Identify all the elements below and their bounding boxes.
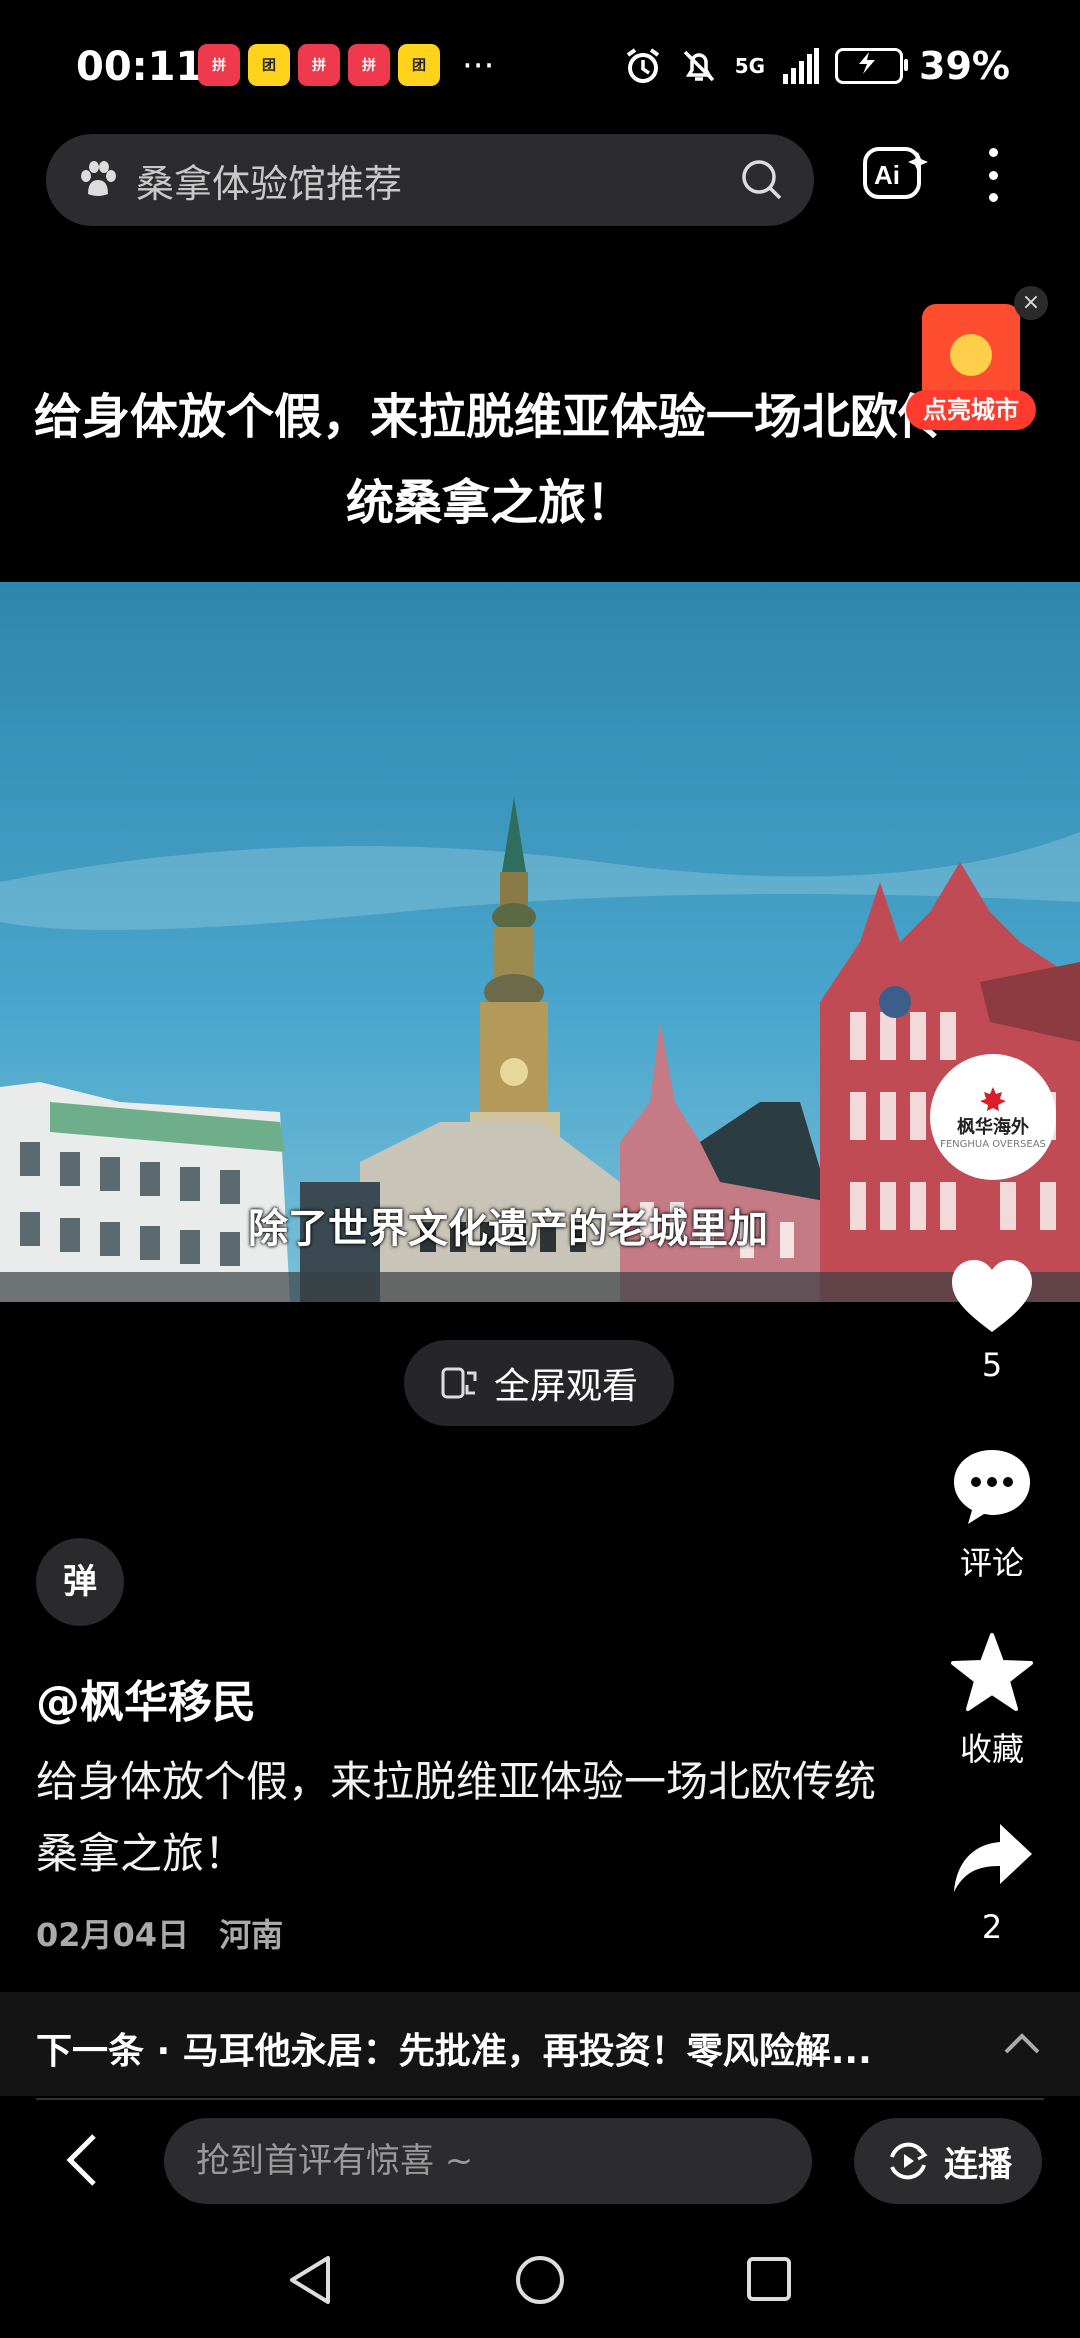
back-icon[interactable] <box>60 2130 104 2190</box>
maple-leaf-icon <box>980 1086 1006 1111</box>
app-badge-label: 拼 <box>312 58 326 74</box>
author-name[interactable]: @枫华移民 <box>36 1666 256 1730</box>
meituan-icon: 团 <box>398 44 440 86</box>
signal-icon <box>783 48 820 84</box>
pinduoduo-icon: 拼 <box>198 44 240 86</box>
nav-home-icon[interactable] <box>514 2254 566 2306</box>
mute-bell-icon <box>683 50 714 82</box>
channel-avatar[interactable]: 枫华海外 FENGHUA OVERSEAS <box>930 1054 1056 1180</box>
divider <box>36 2098 1044 2100</box>
nav-back-icon[interactable] <box>286 2254 336 2306</box>
danmu-toggle-button[interactable]: 弹 <box>36 1538 124 1626</box>
collect-label: 收藏 <box>959 1730 1024 1768</box>
pinduoduo-icon: 拼 <box>298 44 340 86</box>
alarm-icon <box>626 48 659 83</box>
share-button[interactable]: 2 <box>932 1820 1052 1946</box>
like-count: 5 <box>981 1346 1003 1384</box>
post-meta: 02月04日 河南 <box>36 1910 283 1956</box>
app-badge-label: 拼 <box>362 58 376 74</box>
app-badge-label: 团 <box>412 58 426 74</box>
video-player[interactable] <box>0 582 1080 1302</box>
coin-icon <box>950 334 992 376</box>
comment-icon <box>954 1450 1030 1524</box>
channel-avatar-name: 枫华海外 <box>957 1116 1029 1138</box>
star-icon <box>951 1633 1033 1711</box>
notification-app-icons: 拼 团 拼 拼 团 <box>198 44 440 86</box>
nav-recent-apps-icon[interactable] <box>746 2256 792 2302</box>
like-button[interactable]: 5 <box>932 1258 1052 1384</box>
app-badge-label: 拼 <box>212 58 226 74</box>
autoplay-label: 连播 <box>944 2144 1012 2185</box>
share-count: 2 <box>981 1908 1003 1946</box>
more-notifications-icon: ··· <box>462 46 495 86</box>
comment-label: 评论 <box>959 1544 1024 1582</box>
ai-assistant-icon[interactable]: Ai <box>862 146 928 202</box>
more-options-icon[interactable] <box>984 148 1002 202</box>
danmu-label: 弹 <box>63 1562 97 1602</box>
pinduoduo-icon: 拼 <box>348 44 390 86</box>
collect-button[interactable]: 收藏 <box>932 1632 1052 1770</box>
status-time: 00:11 <box>76 44 204 90</box>
app-badge-label: 团 <box>262 58 276 74</box>
next-video-title[interactable]: 下一条 · 马耳他永居：先批准，再投资！零风险解... <box>36 2022 872 2074</box>
chevron-up-icon[interactable] <box>1000 2028 1044 2058</box>
fullscreen-button[interactable]: 全屏观看 <box>404 1340 674 1426</box>
search-icon[interactable] <box>740 158 784 202</box>
autoplay-icon <box>890 2142 928 2180</box>
video-title: 给身体放个假，来拉脱维亚体验一场北欧传统桑拿之旅！ <box>33 389 946 531</box>
status-icons: 5G 39% <box>623 44 1010 88</box>
battery-percent: 39% <box>919 44 1010 88</box>
post-date: 02月04日 <box>36 1916 190 1954</box>
network-type: 5G <box>734 54 766 78</box>
meituan-icon: 团 <box>248 44 290 86</box>
video-subtitle: 除了世界文化遗产的老城里加 <box>248 1206 768 1252</box>
post-location: 河南 <box>219 1916 284 1954</box>
comment-input[interactable]: 抢到首评有惊喜 ~ <box>164 2118 812 2204</box>
post-description: 给身体放个假，来拉脱维亚体验一场北欧传统桑拿之旅！ <box>36 1757 877 1878</box>
heart-icon <box>952 1260 1032 1332</box>
red-packet-promo[interactable]: 点亮城市 <box>906 304 1036 432</box>
comment-button[interactable]: 评论 <box>932 1446 1052 1584</box>
fullscreen-label: 全屏观看 <box>493 1366 638 1407</box>
close-icon[interactable]: × <box>1014 286 1048 320</box>
search-bar[interactable]: 桑拿体验馆推荐 <box>46 134 814 226</box>
baidu-paw-icon <box>81 161 116 196</box>
battery-icon <box>835 48 909 84</box>
share-arrow-icon <box>954 1824 1032 1892</box>
fullscreen-icon <box>441 1367 477 1399</box>
video-frame-riga-oldtown <box>0 582 1080 1302</box>
autoplay-button[interactable]: 连播 <box>854 2118 1042 2204</box>
svg-text:Ai: Ai <box>874 160 900 190</box>
promo-label: 点亮城市 <box>906 390 1036 430</box>
channel-avatar-tagline: FENGHUA OVERSEAS <box>940 1138 1046 1150</box>
search-query[interactable]: 桑拿体验馆推荐 <box>136 153 740 208</box>
